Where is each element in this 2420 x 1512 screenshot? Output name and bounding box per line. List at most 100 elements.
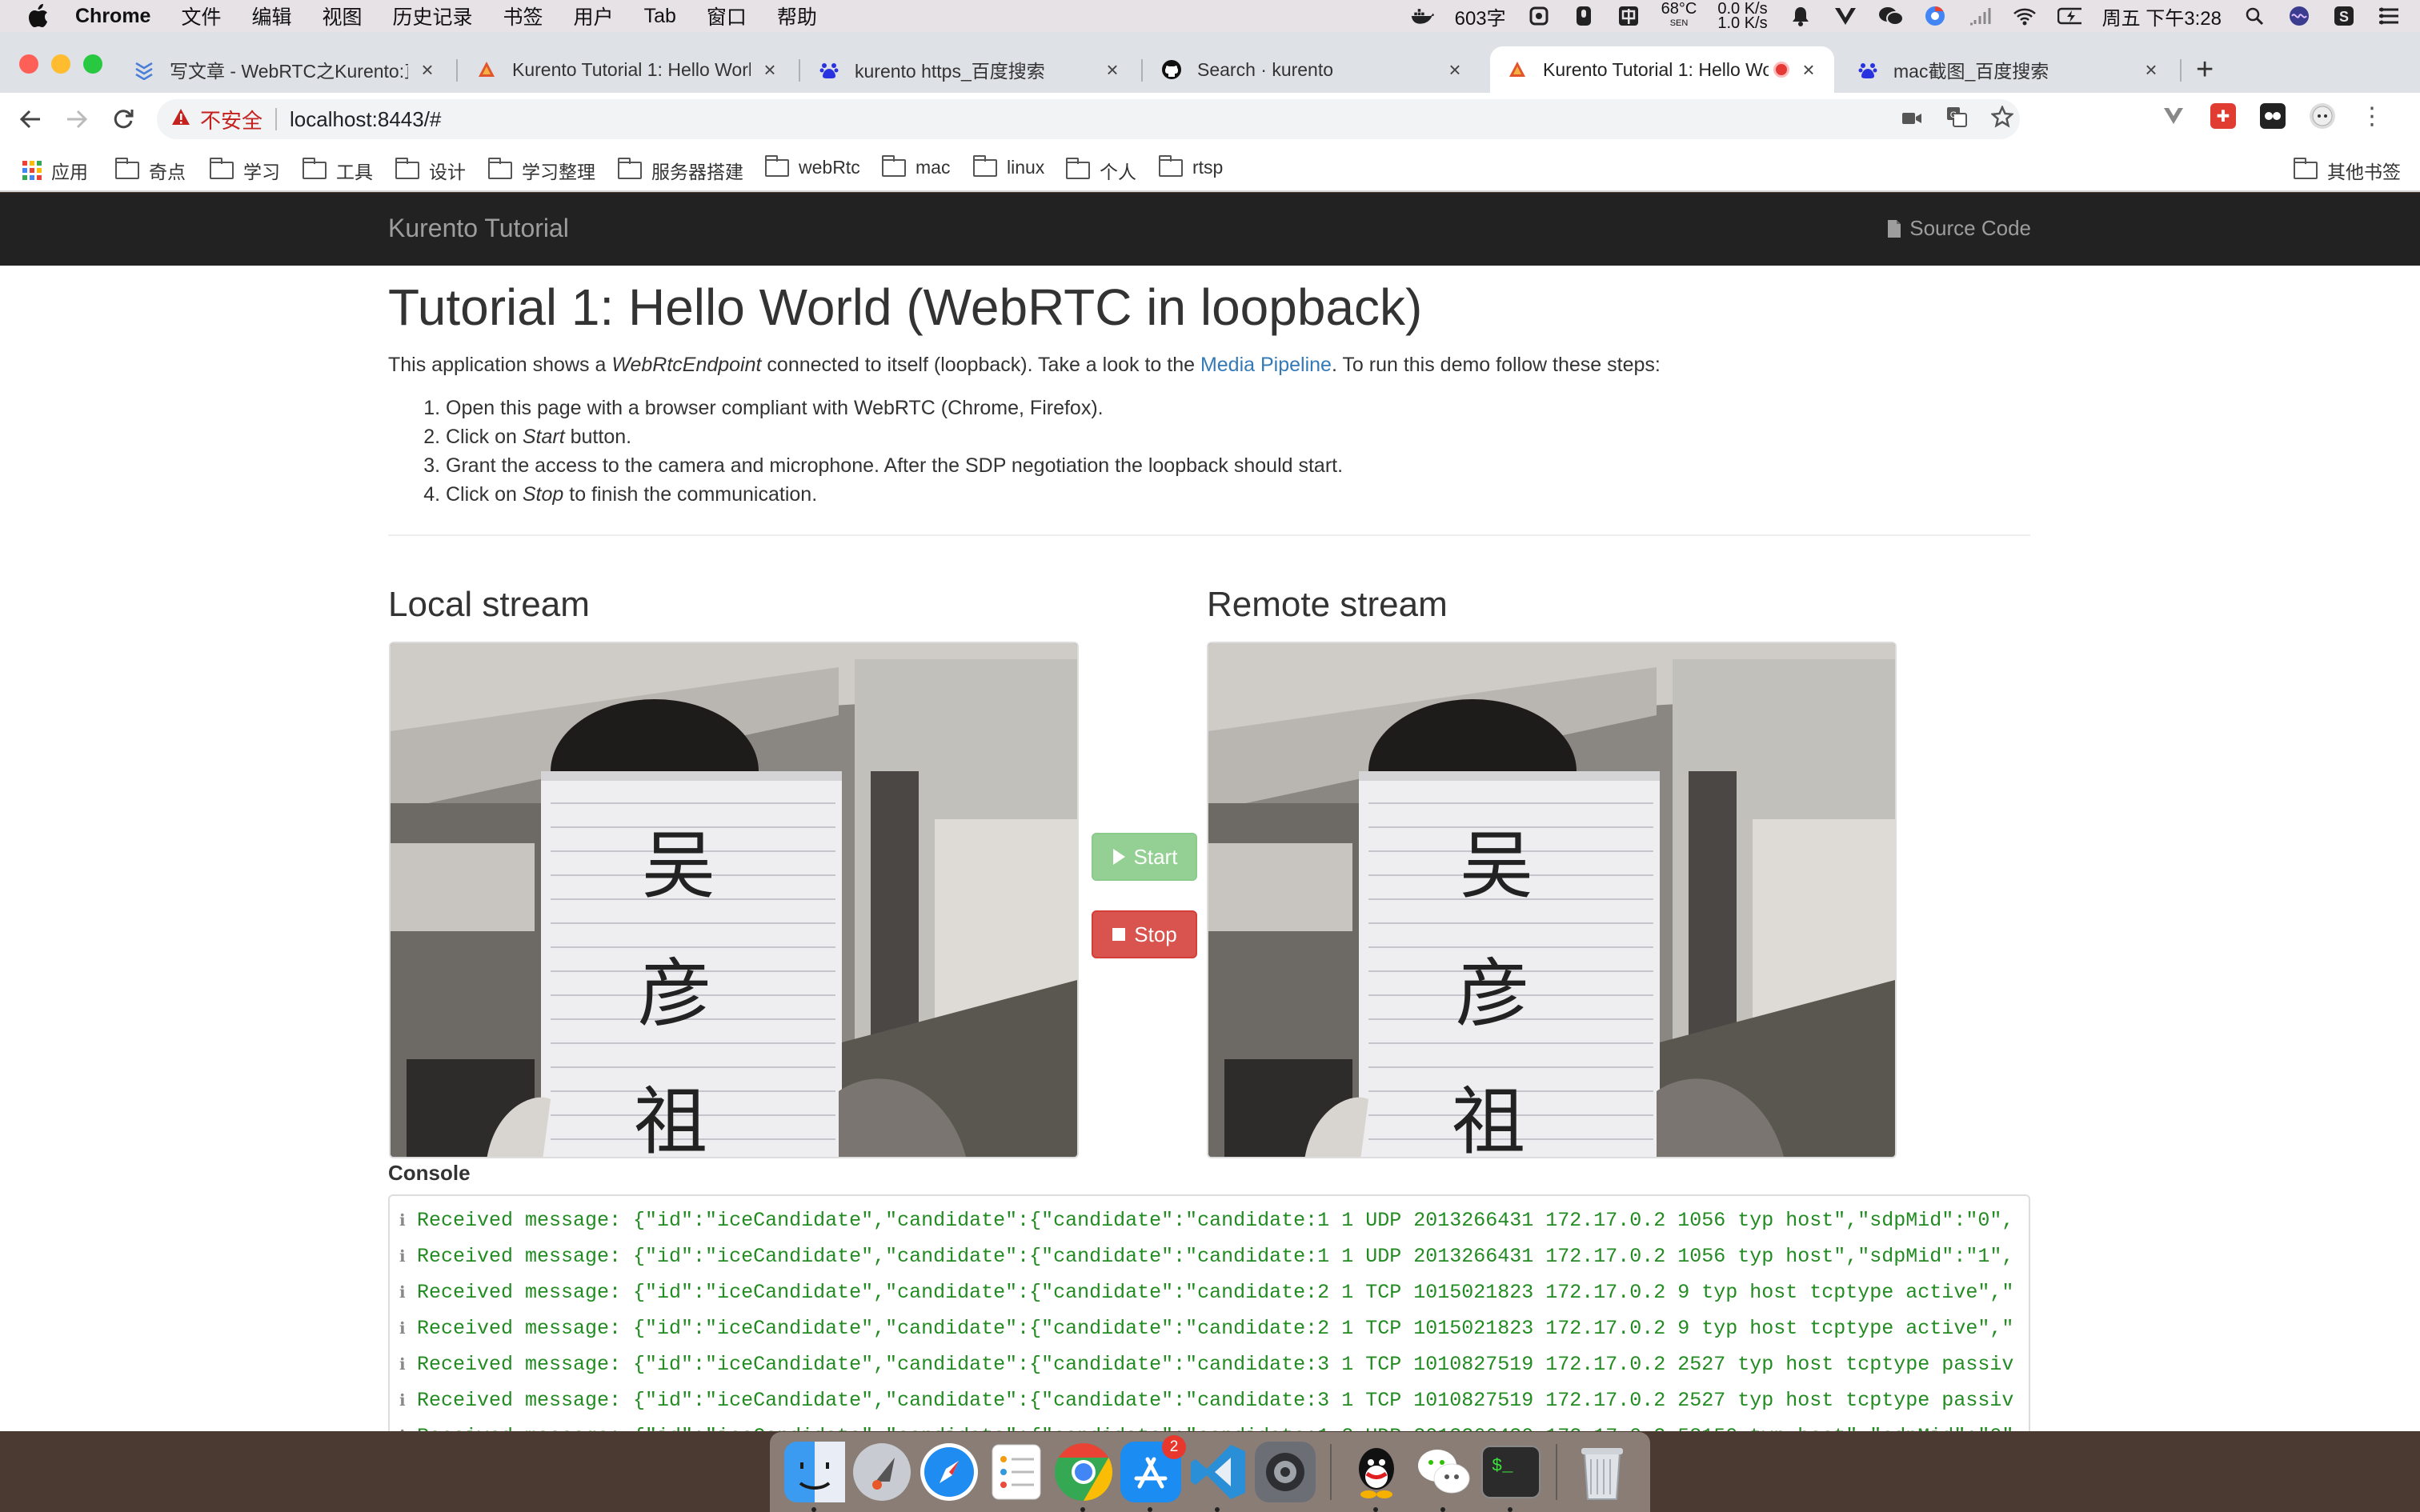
remote-video[interactable]: 吴 彦 祖: [1207, 642, 1897, 1158]
bookmark-star-icon[interactable]: [1989, 104, 2015, 134]
url-text[interactable]: localhost:8443/#: [290, 107, 441, 132]
local-video[interactable]: 吴 彦 祖: [389, 642, 1079, 1158]
rounded-square-icon[interactable]: [1527, 4, 1551, 28]
red-extension-icon[interactable]: ✚: [2210, 103, 2236, 129]
menu-bookmarks[interactable]: 书签: [503, 2, 543, 30]
window-close-button[interactable]: [19, 54, 38, 74]
new-tab-button[interactable]: +: [2196, 54, 2214, 85]
forward-button[interactable]: [61, 103, 93, 135]
start-button[interactable]: Start: [1092, 833, 1197, 881]
menu-tab[interactable]: Tab: [644, 5, 676, 28]
word-count[interactable]: 603字: [1455, 2, 1506, 30]
tab-github-search[interactable]: Search · kurento ×: [1144, 46, 1480, 93]
source-code-link[interactable]: Source Code: [1887, 216, 2031, 241]
tab-close-icon[interactable]: ×: [1799, 58, 1818, 82]
launchpad-dock-icon[interactable]: [848, 1438, 916, 1506]
back-button[interactable]: [14, 103, 46, 135]
menu-edit[interactable]: 编辑: [251, 2, 291, 30]
tab-kurento-tutorial-active[interactable]: Kurento Tutorial 1: Hello Wor ×: [1490, 46, 1834, 93]
wifi-icon[interactable]: [2013, 4, 2037, 28]
bookmark-folder-study-notes[interactable]: 学习整理: [487, 157, 595, 184]
bookmark-label: rtsp: [1192, 157, 1224, 178]
window-minimize-button[interactable]: [51, 54, 70, 74]
translate-icon[interactable]: G: [1946, 106, 1967, 133]
window-zoom-button[interactable]: [83, 54, 102, 74]
menu-people[interactable]: 用户: [574, 2, 614, 30]
network-readout[interactable]: 0.0 K/s 1.0 K/s: [1717, 1, 1767, 31]
tab-close-icon[interactable]: ×: [1445, 58, 1464, 82]
step-item: Click on Start button.: [446, 422, 2030, 451]
media-pipeline-link[interactable]: Media Pipeline: [1200, 354, 1332, 376]
tab-close-icon[interactable]: ×: [1103, 58, 1122, 82]
signal-bars-icon[interactable]: [1968, 4, 1992, 28]
menu-file[interactable]: 文件: [181, 2, 221, 30]
apple-menu-icon[interactable]: [22, 4, 54, 28]
tab-write-article[interactable]: 写文章 - WebRTC之Kurento:直播 ×: [117, 46, 453, 93]
chrome-status-icon[interactable]: [1923, 4, 1947, 28]
menu-app-name[interactable]: Chrome: [75, 5, 150, 28]
docker-icon[interactable]: [1410, 4, 1434, 28]
bookmark-folder-linux[interactable]: linux: [972, 154, 1044, 178]
tab-mac-screenshot-search[interactable]: mac截图_百度搜索 ×: [1841, 46, 2177, 93]
warning-triangle-icon[interactable]: [171, 108, 190, 131]
safari-dock-icon[interactable]: [916, 1438, 983, 1506]
bookmark-folder-study[interactable]: 学习: [209, 157, 280, 184]
control-center-icon[interactable]: [2377, 4, 2401, 28]
chrome-tab-strip: 写文章 - WebRTC之Kurento:直播 × Kurento Tutori…: [0, 32, 2420, 93]
dark-extension-icon[interactable]: [2260, 103, 2286, 129]
bookmark-folder-server-setup[interactable]: 服务器搭建: [617, 157, 743, 184]
battery-icon[interactable]: [2057, 4, 2081, 28]
tab-close-icon[interactable]: ×: [418, 58, 437, 82]
info-icon: ℹ: [399, 1248, 406, 1266]
bookmark-apps[interactable]: 应用: [22, 157, 88, 184]
menu-window[interactable]: 窗口: [707, 2, 747, 30]
siri-icon[interactable]: [2287, 4, 2311, 28]
notification-bell-icon[interactable]: [1789, 4, 1813, 28]
stop-button[interactable]: Stop: [1092, 910, 1197, 958]
camera-in-use-icon[interactable]: [1901, 107, 1922, 132]
tab-kurento-tutorial-1[interactable]: Kurento Tutorial 1: Hello World ×: [459, 46, 795, 93]
menu-history[interactable]: 历史记录: [393, 2, 473, 30]
vue-devtools-extension-icon[interactable]: [2161, 103, 2186, 129]
terminal-dock-icon[interactable]: $_: [1477, 1438, 1545, 1512]
menu-help[interactable]: 帮助: [777, 2, 817, 30]
wechat-dock-icon[interactable]: [1410, 1438, 1477, 1512]
trash-dock-icon[interactable]: [1569, 1438, 1636, 1506]
tab-close-icon[interactable]: ×: [2142, 58, 2161, 82]
tab-close-icon[interactable]: ×: [760, 58, 779, 82]
bookmark-folder-personal[interactable]: 个人: [1065, 157, 1136, 184]
stop-label: Stop: [1134, 922, 1177, 946]
insecure-label[interactable]: 不安全: [200, 105, 262, 134]
tab-separator: [1141, 59, 1143, 82]
vscode-dock-icon[interactable]: [1184, 1438, 1252, 1512]
console-log[interactable]: ℹ Received message: {"id":"iceCandidate",…: [388, 1194, 2030, 1431]
menu-view[interactable]: 视图: [323, 2, 363, 30]
input-method-icon[interactable]: [1617, 4, 1641, 28]
wechat-icon[interactable]: [1878, 4, 1902, 28]
chrome-menu-icon[interactable]: ⋮: [2359, 103, 2385, 130]
bookmark-folder-rtsp[interactable]: rtsp: [1158, 154, 1224, 178]
microphone-icon[interactable]: [1572, 4, 1596, 28]
vue-v-icon[interactable]: [1833, 4, 1857, 28]
system-preferences-dock-icon[interactable]: [1252, 1438, 1319, 1506]
bookmark-folder-qidian[interactable]: 奇点: [114, 157, 186, 184]
profile-avatar[interactable]: [2310, 103, 2335, 129]
bookmark-folder-tools[interactable]: 工具: [302, 157, 373, 184]
reload-button[interactable]: [107, 103, 139, 135]
bookmark-folder-other[interactable]: 其他书签: [2293, 157, 2401, 184]
temperature-readout[interactable]: 68°C SEN: [1661, 1, 1697, 30]
spotlight-search-icon[interactable]: [2242, 4, 2266, 28]
bookmark-folder-mac[interactable]: mac: [881, 154, 950, 178]
qq-dock-icon[interactable]: [1343, 1438, 1410, 1512]
bookmark-folder-design[interactable]: 设计: [395, 157, 466, 184]
bookmark-folder-webrtc[interactable]: webRtc: [764, 154, 860, 178]
finder-dock-icon[interactable]: [781, 1438, 848, 1512]
clock[interactable]: 周五 下午3:28: [2102, 2, 2222, 30]
app-store-dock-icon[interactable]: 2: [1117, 1435, 1186, 1512]
tab-kurento-baidu-search[interactable]: kurento https_百度搜索 ×: [802, 46, 1138, 93]
reminders-dock-icon[interactable]: [983, 1438, 1050, 1506]
chrome-dock-icon[interactable]: [1050, 1438, 1117, 1512]
sync-s-icon[interactable]: S: [2332, 4, 2356, 28]
address-bar[interactable]: 不安全 localhost:8443/# G: [157, 99, 2020, 139]
navbar-brand[interactable]: Kurento Tutorial: [388, 214, 569, 243]
